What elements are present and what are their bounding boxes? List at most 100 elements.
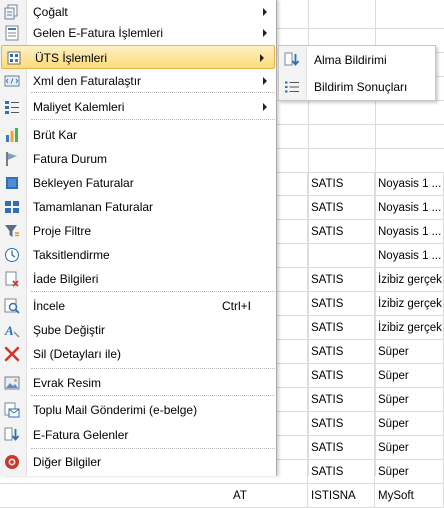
menu-item-proje-filtre[interactable]: Proje Filtre bbox=[0, 219, 277, 243]
table-cell[interactable]: Noyasis 1 ... bbox=[375, 196, 444, 220]
table-cell[interactable]: Süper bbox=[375, 436, 444, 460]
inspect-icon bbox=[4, 298, 20, 314]
menu-item-label: E-Fatura Gelenler bbox=[33, 428, 129, 442]
submenu-arrow-icon bbox=[260, 54, 264, 62]
menu-item-iade-bilgileri[interactable]: İade Bilgileri bbox=[0, 267, 277, 291]
info-icon bbox=[4, 454, 20, 470]
mail-icon bbox=[4, 402, 20, 418]
table-cell[interactable]: SATIS bbox=[308, 412, 375, 436]
table-cell[interactable]: Süper bbox=[375, 388, 444, 412]
installment-icon bbox=[4, 247, 20, 263]
table-cell[interactable]: Noyasis 1 ... bbox=[375, 220, 444, 244]
table-cell[interactable]: ISTISNA bbox=[308, 484, 375, 508]
table-cell[interactable]: SATIS bbox=[308, 388, 375, 412]
table-cell[interactable]: İzibiz gerçek bbox=[375, 268, 444, 292]
download-icon bbox=[4, 427, 20, 443]
menu-separator bbox=[31, 368, 275, 369]
uts-submenu: Alma Bildirimi Bildirim Sonuçları bbox=[278, 45, 436, 101]
delete-icon bbox=[4, 346, 20, 362]
menu-item-tamamlanan-faturalar[interactable]: Tamamlanan Faturalar bbox=[0, 195, 277, 219]
menu-item-uts-islemleri[interactable]: ÜTS İşlemleri bbox=[1, 45, 275, 69]
uts-icon bbox=[6, 50, 22, 66]
menu-item-fatura-durum[interactable]: Fatura Durum bbox=[0, 147, 277, 171]
menu-separator bbox=[31, 448, 275, 449]
menu-separator bbox=[31, 291, 275, 292]
table-cell[interactable]: Süper bbox=[375, 412, 444, 436]
menu-item-maliyet-kalemleri[interactable]: Maliyet Kalemleri bbox=[0, 95, 277, 119]
branch-icon: A bbox=[4, 322, 20, 338]
invoice-in-icon bbox=[4, 25, 20, 41]
table-cell[interactable]: SATIS bbox=[308, 220, 375, 244]
context-menu: Çoğalt Gelen E-Fatura İşlemleri ÜTS İşleml… bbox=[0, 0, 277, 476]
bar-chart-icon bbox=[4, 127, 20, 143]
menu-item-label: Evrak Resim bbox=[33, 376, 102, 390]
submenu-arrow-icon bbox=[263, 29, 267, 37]
menu-item-shortcut: Ctrl+I bbox=[221, 299, 251, 313]
menu-item-e-fatura-gelenler[interactable]: E-Fatura Gelenler bbox=[0, 423, 277, 447]
table-cell[interactable]: SATIS bbox=[308, 316, 375, 340]
submenu-arrow-icon bbox=[263, 77, 267, 85]
flag-icon bbox=[4, 151, 20, 167]
submenu-item-alma-bildirimi[interactable]: Alma Bildirimi bbox=[279, 47, 435, 73]
table-cell[interactable]: SATIS bbox=[308, 364, 375, 388]
menu-item-label: Taksitlendirme bbox=[33, 248, 110, 262]
return-icon bbox=[4, 271, 20, 287]
table-cell[interactable]: SATIS bbox=[308, 172, 375, 196]
menu-item-brut-kar[interactable]: Brüt Kar bbox=[0, 123, 277, 147]
table-cell[interactable] bbox=[308, 244, 375, 268]
table-cell[interactable]: Noyasis 1 ... bbox=[375, 172, 444, 196]
menu-item-evrak-resim[interactable]: Evrak Resim bbox=[0, 371, 277, 395]
menu-item-xml-den-faturalastir[interactable]: Xml den Faturalaştır bbox=[0, 69, 277, 93]
menu-item-incele[interactable]: İncele Ctrl+I bbox=[0, 294, 277, 318]
pending-icon bbox=[4, 175, 20, 191]
menu-item-label: Gelen E-Fatura İşlemleri bbox=[33, 26, 164, 40]
submenu-item-bildirim-sonuclari[interactable]: Bildirim Sonuçları bbox=[279, 74, 435, 100]
menu-item-gelen-e-fatura-islemleri[interactable]: Gelen E-Fatura İşlemleri bbox=[0, 21, 277, 45]
table-cell[interactable]: MySoft bbox=[375, 484, 444, 508]
menu-item-label: Tamamlanan Faturalar bbox=[33, 200, 154, 214]
table-cell[interactable]: SATIS bbox=[308, 292, 375, 316]
table-cell[interactable]: Süper bbox=[375, 340, 444, 364]
menu-item-label: Maliyet Kalemleri bbox=[33, 100, 125, 114]
menu-item-taksitlendirme[interactable]: Taksitlendirme bbox=[0, 243, 277, 267]
table-cell[interactable]: Süper bbox=[375, 364, 444, 388]
menu-item-sil-detaylari-ile[interactable]: Sil (Detayları ile) bbox=[0, 342, 277, 366]
menu-item-label: İncele bbox=[33, 299, 66, 313]
table-cell[interactable]: İzibiz gerçek bbox=[375, 292, 444, 316]
menu-separator bbox=[31, 395, 275, 396]
table-cell[interactable]: SATIS bbox=[308, 268, 375, 292]
image-icon bbox=[4, 375, 20, 391]
table-cell[interactable]: Süper bbox=[375, 460, 444, 484]
menu-separator bbox=[31, 119, 275, 120]
menu-item-bekleyen-faturalar[interactable]: Bekleyen Faturalar bbox=[0, 171, 277, 195]
table-cell[interactable]: SATIS bbox=[308, 436, 375, 460]
menu-item-toplu-mail-gonderimi-e-belge[interactable]: Toplu Mail Gönderimi (e-belge) bbox=[0, 398, 277, 422]
table-cell[interactable]: AT bbox=[230, 484, 308, 508]
filter-icon bbox=[4, 223, 20, 239]
submenu-arrow-icon bbox=[263, 103, 267, 111]
menu-item-label: Toplu Mail Gönderimi (e-belge) bbox=[33, 403, 198, 417]
menu-item-diger-bilgiler[interactable]: Diğer Bilgiler bbox=[0, 450, 277, 474]
menu-item-label: Xml den Faturalaştır bbox=[33, 74, 142, 88]
table-cell[interactable]: SATIS bbox=[308, 196, 375, 220]
submenu-item-label: Bildirim Sonuçları bbox=[314, 80, 408, 94]
svg-text:A: A bbox=[4, 323, 14, 338]
submenu-item-label: Alma Bildirimi bbox=[314, 53, 387, 67]
xml-icon bbox=[4, 73, 20, 89]
table-cell[interactable]: İzibiz gerçek bbox=[375, 316, 444, 340]
menu-item-label: İade Bilgileri bbox=[33, 272, 99, 286]
menu-item-label: Şube Değiştir bbox=[33, 323, 106, 337]
menu-item-label: Bekleyen Faturalar bbox=[33, 176, 134, 190]
menu-item-sube-degistir[interactable]: A Şube Değiştir bbox=[0, 318, 277, 342]
receive-notification-icon bbox=[284, 52, 300, 68]
menu-item-label: Fatura Durum bbox=[33, 152, 108, 166]
table-cell[interactable]: SATIS bbox=[308, 460, 375, 484]
cost-list-icon bbox=[4, 99, 20, 115]
table-cell[interactable]: Noyasis 1 ... bbox=[375, 244, 444, 268]
menu-item-label: Brüt Kar bbox=[33, 128, 78, 142]
table-row[interactable]: AT ISTISNA MySoft bbox=[0, 484, 444, 508]
menu-item-label: Sil (Detayları ile) bbox=[33, 347, 122, 361]
table-cell[interactable]: SATIS bbox=[308, 340, 375, 364]
grid-icon bbox=[4, 199, 20, 215]
menu-item-label: Proje Filtre bbox=[33, 224, 92, 238]
